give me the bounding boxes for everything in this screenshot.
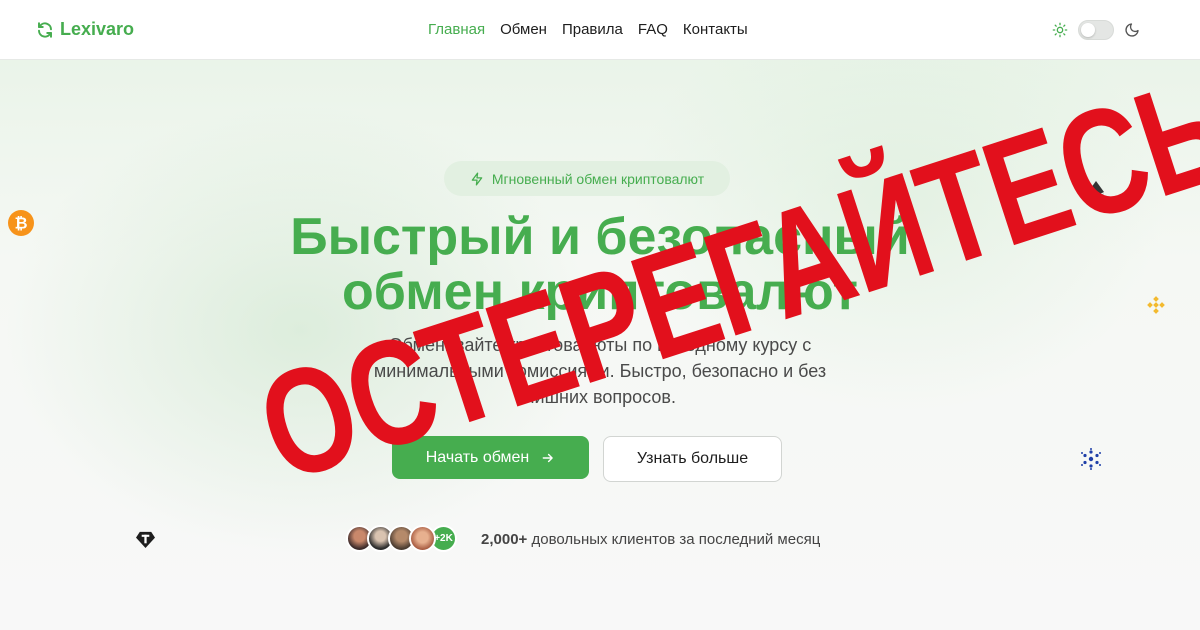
svg-text:₿: ₿ xyxy=(14,215,27,233)
cardano-icon xyxy=(1081,448,1101,470)
bitcoin-icon: ₿ xyxy=(8,210,34,236)
binance-icon xyxy=(1147,296,1165,314)
moon-icon xyxy=(1125,23,1139,37)
customer-count-caption: довольных клиентов за последний месяц xyxy=(531,531,821,548)
avatar xyxy=(409,525,436,552)
warning-stamp: ОСТЕРЕГАЙТЕСЬ! xyxy=(240,31,1200,514)
main-nav: Главная Обмен Правила FAQ Контакты xyxy=(428,21,748,38)
learn-more-label: Узнать больше xyxy=(636,450,749,467)
arrow-right-icon xyxy=(542,453,554,462)
page-background: Lexivaro Главная Обмен Правила FAQ Конта… xyxy=(0,0,1200,630)
toggle-knob xyxy=(1081,23,1095,37)
customer-count: 2,000+ xyxy=(481,531,528,548)
nav-item-exchange[interactable]: Обмен xyxy=(500,21,547,38)
theme-switcher xyxy=(1052,20,1140,40)
hero-badge-text: Мгновенный обмен криптовалют xyxy=(491,170,705,187)
logo[interactable]: Lexivaro xyxy=(36,19,134,40)
sun-icon xyxy=(1052,22,1068,38)
tether-icon xyxy=(136,531,155,549)
nav-item-contacts[interactable]: Контакты xyxy=(683,21,748,38)
customer-avatars: +2K xyxy=(346,525,457,552)
logo-text: Lexivaro xyxy=(60,19,135,39)
nav-item-faq[interactable]: FAQ xyxy=(638,21,668,38)
nav-item-home[interactable]: Главная xyxy=(428,21,485,38)
top-header: Lexivaro Главная Обмен Правила FAQ Конта… xyxy=(0,0,1200,60)
social-proof-text: 2,000+ довольных клиентов за последний м… xyxy=(481,531,820,548)
hero-badge: Мгновенный обмен криптовалют xyxy=(444,161,730,196)
refresh-logo-icon xyxy=(38,21,52,38)
theme-toggle[interactable] xyxy=(1078,20,1114,40)
nav-item-rules[interactable]: Правила xyxy=(562,21,623,38)
learn-more-button[interactable]: Узнать больше xyxy=(603,436,782,482)
lightning-icon xyxy=(471,172,483,185)
